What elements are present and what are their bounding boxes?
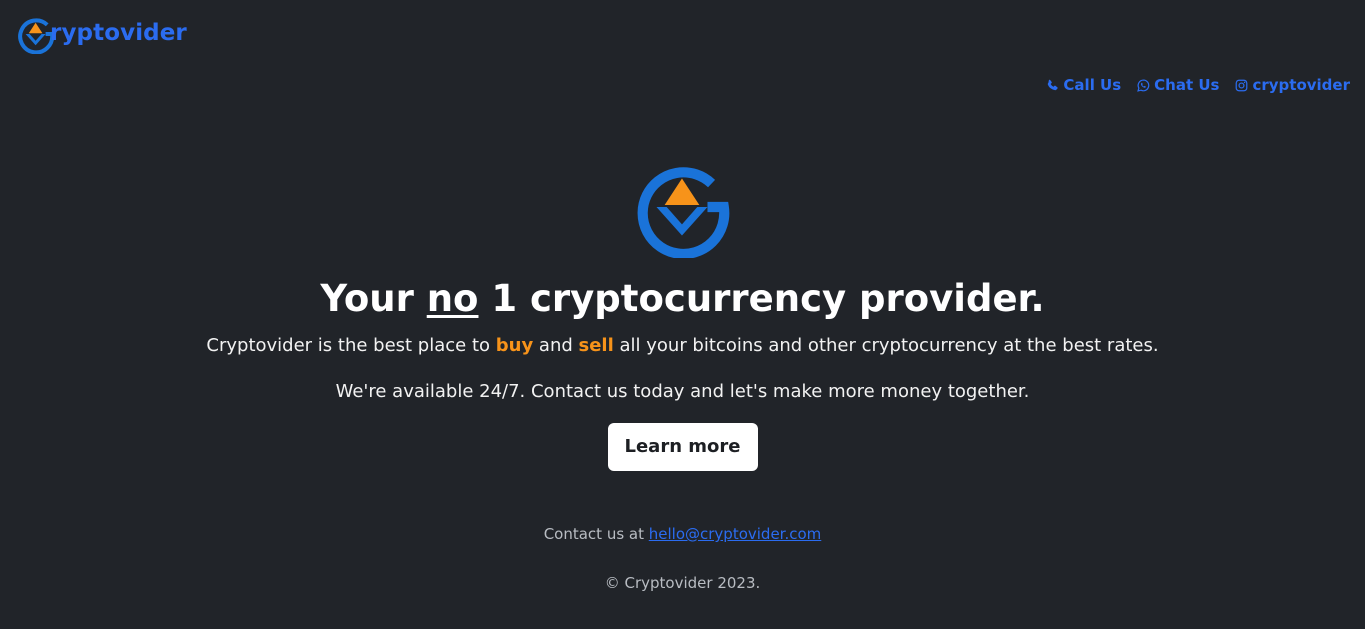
instagram-icon [1236, 79, 1248, 91]
chat-us-label: Chat Us [1154, 76, 1220, 94]
hero-title-end: 1 cryptocurrency provider. [478, 277, 1045, 320]
chat-us-link[interactable]: Chat Us [1137, 76, 1219, 94]
hero-title-underlined: no [426, 277, 479, 320]
desc-end: all your bitcoins and other cryptocurren… [613, 335, 1159, 356]
learn-more-button[interactable]: Learn more [607, 423, 758, 471]
call-us-link[interactable]: Call Us [1046, 76, 1121, 94]
call-us-label: Call Us [1063, 76, 1122, 94]
desc-start: Cryptovider is the best place to [206, 335, 496, 356]
email-link[interactable]: hello@cryptovider.com [649, 525, 822, 543]
phone-icon [1048, 79, 1059, 90]
contact-prefix: Contact us at [543, 525, 649, 543]
availability-text: We're available 24/7. Contact us today a… [335, 381, 1030, 402]
desc-middle: and [533, 335, 579, 356]
brand-name: ryptovider [50, 20, 187, 46]
instagram-link[interactable]: cryptovider [1235, 76, 1350, 94]
top-nav: Call Us Chat Us cryptovider [1046, 76, 1350, 94]
g-arrow-logo-icon [637, 167, 729, 258]
desc-buy-highlight: buy [495, 335, 534, 356]
brand-link[interactable]: ryptovider [16, 14, 187, 54]
hero-title-start: Your [320, 277, 427, 320]
footer-contact: Contact us at hello@cryptovider.com [0, 525, 1365, 543]
instagram-label: cryptovider [1252, 76, 1350, 94]
hero-section: Your no 1 cryptocurrency provider. Crypt… [0, 156, 1365, 471]
hero-title: Your no 1 cryptocurrency provider. [0, 275, 1365, 323]
whatsapp-icon [1137, 78, 1150, 92]
hero-description: Cryptovider is the best place to buy and… [0, 333, 1365, 359]
page: ryptovider Call Us Chat Us cryptovider Y… [0, 0, 1365, 629]
desc-sell-highlight: sell [578, 335, 614, 356]
copyright: © Cryptovider 2023. [604, 574, 761, 592]
